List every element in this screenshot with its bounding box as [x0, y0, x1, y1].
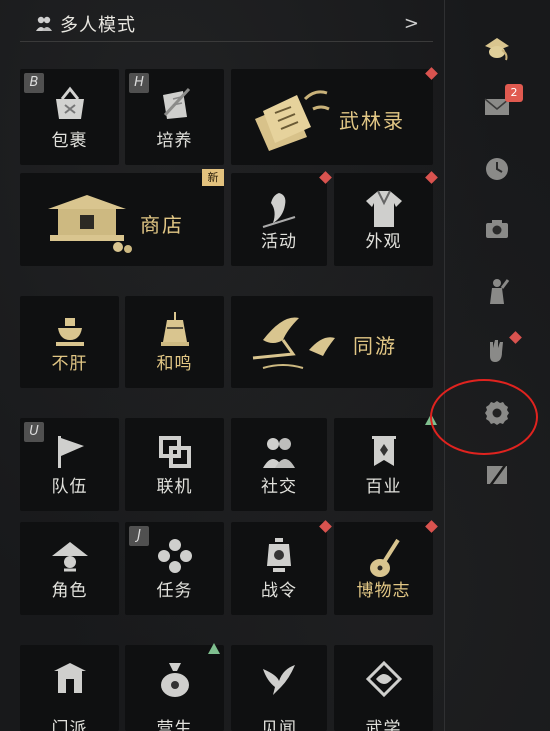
- gate-icon: [53, 663, 86, 693]
- tile-label: 同游: [353, 334, 397, 358]
- tile-label: 百业: [365, 477, 402, 497]
- tile-tongyou[interactable]: 同游: [231, 296, 433, 388]
- cranes-icon: [252, 317, 335, 369]
- tile-heming[interactable]: 和鸣: [125, 296, 224, 388]
- robe-icon: [365, 190, 402, 227]
- tile-label: 博物志: [356, 581, 411, 601]
- lantern-icon: [267, 538, 291, 572]
- tile-zhanling[interactable]: 战令: [231, 520, 332, 615]
- multiplayer-icon: [36, 16, 52, 31]
- tile-label: 社交: [261, 477, 297, 497]
- tile-bowuzhi[interactable]: 博物志: [334, 520, 438, 615]
- tile-label: 商店: [140, 213, 184, 237]
- hotkey-badge: U: [24, 422, 44, 442]
- tile-label: 不肝: [51, 354, 88, 374]
- tile-label: 营生: [156, 719, 193, 731]
- tile-peiyang[interactable]: H 培养: [125, 69, 224, 165]
- tile-shejiao[interactable]: 社交: [231, 418, 327, 511]
- tile-wulinlu[interactable]: 武林录: [231, 67, 438, 165]
- banner-icon: [371, 436, 396, 466]
- bird-on-branch-icon: [262, 193, 296, 228]
- tile-duiwu[interactable]: U 队伍: [20, 418, 119, 511]
- people-icon: [263, 438, 295, 468]
- linked-squares-icon: [158, 436, 191, 468]
- camera-icon[interactable]: [482, 214, 512, 244]
- tile-juese[interactable]: 角色: [20, 522, 119, 615]
- tile-renwu[interactable]: J 任务: [125, 522, 224, 615]
- tile-label: 战令: [261, 581, 297, 601]
- tile-label: 联机: [156, 477, 193, 497]
- hand-gesture-icon[interactable]: [482, 336, 512, 366]
- tile-label: 和鸣: [156, 354, 193, 374]
- swirl-emblem-icon: [365, 660, 402, 698]
- tile-waiguan[interactable]: 外观: [334, 171, 438, 266]
- tile-label: 任务: [156, 581, 193, 601]
- tile-label: 外观: [365, 232, 402, 252]
- tile-label: 培养: [156, 131, 193, 151]
- header-title: 多人模式: [60, 14, 136, 36]
- brush-scroll-icon: [162, 87, 190, 119]
- hotkey-badge: B: [24, 73, 44, 93]
- notification-triangle: [208, 643, 220, 654]
- tile-label: 包裹: [51, 131, 88, 151]
- flower-knot-icon: [157, 539, 192, 573]
- bundle-icon: [55, 86, 84, 119]
- clock-icon[interactable]: [482, 154, 512, 184]
- panel-divider: [444, 0, 445, 731]
- tile-baiye[interactable]: 百业: [334, 414, 437, 511]
- tea-cup-icon: [55, 318, 84, 346]
- hotkey-badge: J: [129, 526, 149, 546]
- straw-hat-icon: [51, 542, 88, 572]
- tile-huodong[interactable]: 活动: [231, 171, 332, 266]
- flag-icon: [57, 436, 84, 468]
- tile-yingsheng[interactable]: 营生: [125, 643, 224, 731]
- card-slash-icon[interactable]: [482, 460, 512, 490]
- pose-figure-icon[interactable]: [482, 276, 512, 306]
- tile-wuxue[interactable]: 武学: [334, 645, 433, 731]
- tile-label: 见闻: [261, 719, 297, 731]
- scrolls-icon: [255, 90, 330, 151]
- tile-label: 活动: [261, 232, 297, 252]
- tile-lianji[interactable]: 联机: [125, 418, 224, 511]
- tile-bugan[interactable]: 不肝: [20, 296, 119, 388]
- multiplayer-mode-header[interactable]: 多人模式 >: [20, 6, 433, 42]
- pipa-instrument-icon: [369, 538, 400, 577]
- tile-label: 角色: [51, 581, 88, 601]
- tile-shangdian[interactable]: 新 商店: [20, 169, 224, 266]
- mail-count-badge: 2: [505, 84, 523, 102]
- hotkey-badge: H: [129, 73, 149, 93]
- tile-menpai[interactable]: 门派: [20, 645, 119, 731]
- tile-label: 武林录: [339, 109, 405, 133]
- bell-icon: [160, 312, 189, 346]
- tile-baoguo[interactable]: B 包裹: [20, 69, 119, 165]
- highlight-circle: [430, 379, 538, 455]
- shop-building-icon: [48, 195, 132, 253]
- tile-label: 门派: [51, 719, 88, 731]
- tile-label: 武学: [365, 719, 402, 731]
- swallow-bird-icon: [263, 665, 295, 695]
- tile-label: 队伍: [51, 477, 88, 497]
- tile-jianwen[interactable]: 见闻: [231, 645, 327, 731]
- chevron-right-icon[interactable]: >: [404, 13, 419, 34]
- character-portrait-icon[interactable]: [482, 32, 512, 62]
- new-badge: 新: [202, 169, 224, 186]
- money-bag-icon: [160, 663, 189, 697]
